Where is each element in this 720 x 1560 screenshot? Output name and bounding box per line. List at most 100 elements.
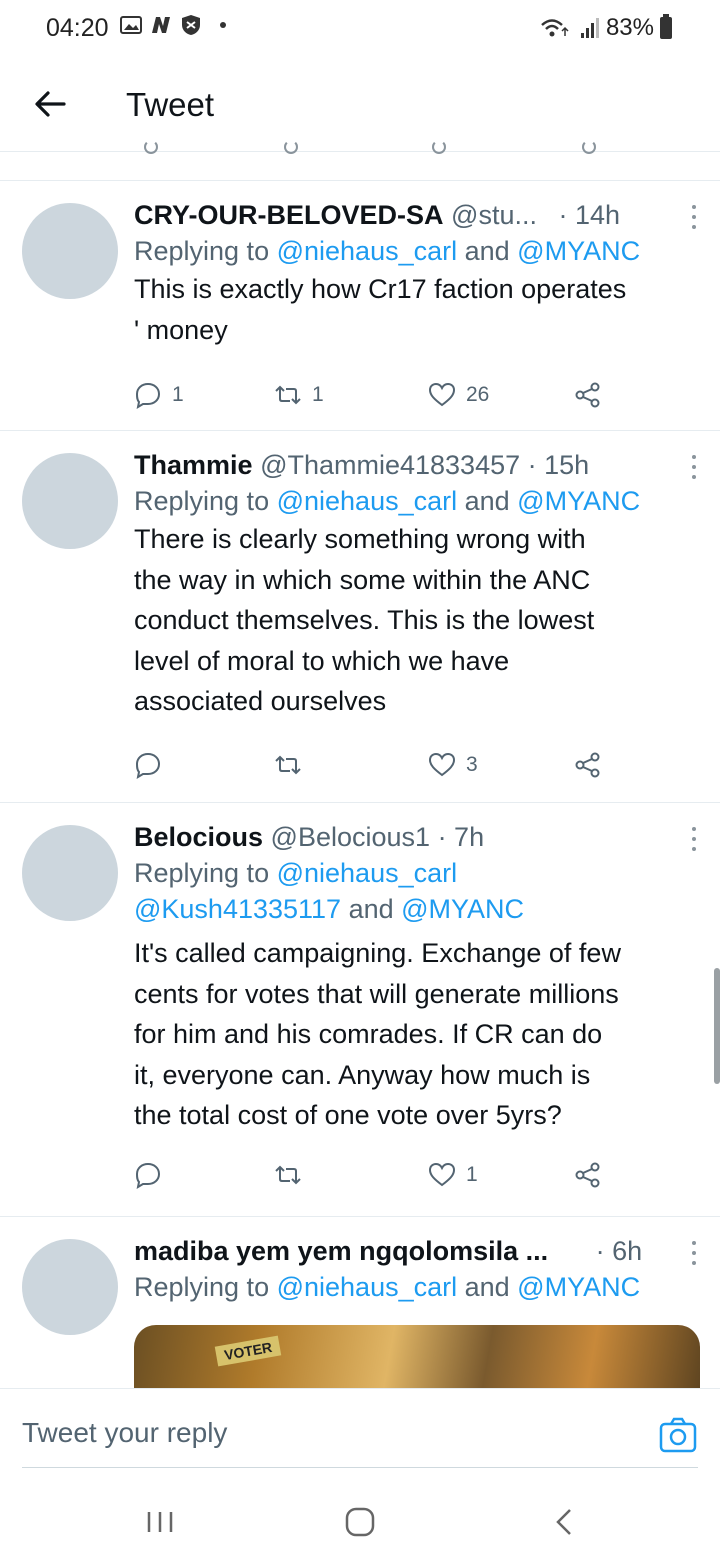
signal-icon — [580, 18, 599, 38]
arrow-left-icon[interactable] — [30, 84, 70, 124]
user-handle[interactable]: @stu... — [451, 200, 537, 230]
share-icon — [575, 382, 600, 408]
heart-icon — [428, 752, 456, 777]
retweet-button[interactable]: 1 — [274, 381, 324, 409]
mention-link[interactable]: @Kush41335117 — [134, 894, 341, 924]
tweet-text-line: level of moral to which we have — [134, 645, 510, 676]
replying-to-label: Replying to — [134, 858, 277, 888]
reply-bar: Tweet your reply — [0, 1388, 720, 1468]
tweet-text-line: ' money — [134, 314, 228, 345]
divider — [22, 1467, 698, 1468]
home-icon[interactable] — [340, 1502, 380, 1542]
display-name[interactable]: Belocious — [134, 822, 263, 852]
user-handle[interactable]: @Belocious1 — [271, 822, 431, 852]
tweet-media-image[interactable]: VOTER — [134, 1325, 700, 1396]
tweet-body: madiba yem yem ngqolomsila ... · 6h Repl… — [134, 1233, 696, 1305]
replying-to: Replying to @niehaus_carl and @MYANC — [134, 483, 696, 519]
comment-icon — [144, 140, 158, 154]
tweet[interactable]: Thammie @Thammie41833457 · 15h Replying … — [0, 430, 720, 802]
more-vertical-icon[interactable] — [684, 203, 704, 231]
avatar[interactable] — [22, 453, 118, 549]
share-button[interactable] — [574, 381, 602, 409]
and-label: and — [457, 236, 518, 266]
tweet-text-line: This is exactly how Cr17 faction operate… — [134, 274, 627, 304]
mention-link[interactable]: @MYANC — [517, 486, 640, 516]
reply-feed: CRY-OUR-BELOVED-SA @stu... · 14h Replyin… — [0, 180, 720, 1396]
share-button[interactable] — [574, 751, 602, 779]
display-name[interactable]: madiba yem yem ngqolomsila ... — [134, 1236, 548, 1266]
mention-link[interactable]: @MYANC — [517, 236, 640, 266]
timestamp: · 7h — [437, 822, 485, 852]
tweet-header: Thammie @Thammie41833457 · 15h — [134, 447, 696, 483]
replying-to: Replying to @niehaus_carl and @MYANC — [134, 1269, 696, 1305]
like-button[interactable]: 1 — [428, 1161, 478, 1189]
mention-link[interactable]: @MYANC — [517, 1272, 640, 1302]
like-count: 3 — [466, 753, 478, 776]
tweet-text-line: conduct themselves. This is the lowest — [134, 605, 595, 635]
tweet-body: Thammie @Thammie41833457 · 15h Replying … — [134, 447, 696, 722]
wifi-icon — [541, 19, 569, 37]
app-header: Tweet — [0, 60, 720, 152]
avatar[interactable] — [22, 1239, 118, 1335]
mention-link[interactable]: @MYANC — [401, 894, 524, 924]
comment-icon — [135, 752, 161, 779]
status-right: 83% — [540, 14, 672, 42]
reply-button[interactable] — [134, 751, 172, 779]
and-label: and — [457, 1272, 518, 1302]
battery-percent: 83% — [605, 14, 654, 41]
camera-icon[interactable] — [658, 1415, 698, 1455]
replying-to: Replying to @niehaus_carl and @MYANC — [134, 233, 696, 269]
display-name[interactable]: Thammie — [134, 450, 253, 480]
tweet-actions: 1 1 26 — [134, 381, 614, 421]
and-label: and — [341, 894, 402, 924]
mention-link[interactable]: @niehaus_carl — [277, 486, 458, 516]
tweet-header: CRY-OUR-BELOVED-SA @stu... · 14h — [134, 197, 696, 233]
retweet-button[interactable] — [274, 751, 312, 779]
tweet[interactable]: Belocious @Belocious1 · 7h Replying to @… — [0, 802, 720, 1216]
back-nav-icon[interactable] — [545, 1502, 585, 1542]
retweet-button[interactable] — [274, 1161, 312, 1189]
like-button[interactable]: 3 — [428, 751, 478, 779]
replying-to-label: Replying to — [134, 236, 277, 266]
more-vertical-icon[interactable] — [684, 1239, 704, 1267]
timestamp: · 15h — [527, 450, 590, 480]
share-icon — [582, 140, 596, 154]
reply-button[interactable] — [134, 1161, 172, 1189]
and-label: and — [457, 486, 518, 516]
news-app-icon — [152, 17, 170, 33]
page-title: Tweet — [126, 86, 215, 123]
mention-link[interactable]: @niehaus_carl — [277, 858, 458, 888]
display-name[interactable]: CRY-OUR-BELOVED-SA — [134, 200, 444, 230]
avatar[interactable] — [22, 203, 118, 299]
share-icon — [575, 752, 600, 778]
replying-to: Replying to @niehaus_carl @Kush41335117 … — [134, 855, 696, 927]
more-vertical-icon[interactable] — [684, 453, 704, 481]
tweet-text-line: It's called campaigning. Exchange of few — [134, 938, 621, 968]
tweet[interactable]: CRY-OUR-BELOVED-SA @stu... · 14h Replyin… — [0, 180, 720, 430]
tweet-header: madiba yem yem ngqolomsila ... · 6h — [134, 1233, 696, 1269]
retweet-count: 1 — [312, 383, 324, 406]
mention-link[interactable]: @niehaus_carl — [277, 236, 458, 266]
retweet-icon — [275, 1165, 301, 1185]
retweet-icon — [275, 385, 301, 405]
scrollbar[interactable] — [714, 968, 720, 1084]
tweet-text-line: for him and his comrades. If CR can do — [134, 1019, 603, 1049]
notification-icons — [120, 14, 226, 36]
user-handle[interactable]: @Thammie41833457 — [260, 450, 520, 480]
mention-link[interactable]: @niehaus_carl — [277, 1272, 458, 1302]
more-vertical-icon[interactable] — [684, 825, 704, 853]
tweet[interactable]: madiba yem yem ngqolomsila ... · 6h Repl… — [0, 1216, 720, 1396]
tweet-body: Belocious @Belocious1 · 7h Replying to @… — [134, 819, 696, 1136]
avatar[interactable] — [22, 825, 118, 921]
gallery-icon — [120, 16, 142, 34]
notification-dot — [220, 22, 226, 28]
heart-icon — [428, 382, 456, 407]
reply-button[interactable]: 1 — [134, 381, 184, 409]
tweet-text-line: it, everyone can. Anyway how much is — [134, 1059, 591, 1090]
share-button[interactable] — [574, 1161, 602, 1189]
tweet-text: It's called campaigning. Exchange of few… — [134, 933, 696, 1136]
like-button[interactable]: 26 — [428, 381, 489, 409]
reply-input[interactable]: Tweet your reply — [22, 1417, 227, 1449]
recent-apps-icon[interactable] — [140, 1502, 180, 1542]
status-time: 04:20 — [46, 14, 109, 42]
